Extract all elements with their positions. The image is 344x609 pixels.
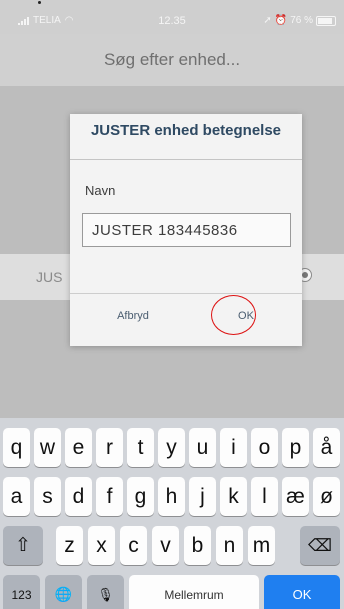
key-z[interactable]: z	[56, 526, 83, 565]
key-j[interactable]: j	[189, 477, 216, 516]
ok-highlight-circle	[211, 295, 256, 335]
key-a[interactable]: a	[3, 477, 30, 516]
key-r[interactable]: r	[96, 428, 123, 467]
app-screen: TELIA ◠ 12.35 ➚ ⏰ 76 % Søg efter enhed..…	[0, 0, 344, 609]
battery-text: 76 %	[290, 15, 313, 26]
key-n[interactable]: n	[216, 526, 243, 565]
status-dot	[38, 1, 41, 4]
space-key[interactable]: Mellemrum	[129, 575, 259, 609]
dialog-button-divider	[70, 293, 302, 294]
key-b[interactable]: b	[184, 526, 211, 565]
key-k[interactable]: k	[220, 477, 247, 516]
rename-dialog: JUSTER enhed betegnelse Navn Afbryd OK	[70, 114, 302, 346]
key-p[interactable]: p	[282, 428, 309, 467]
keyboard: q w e r t y u i o p å a s d f g h j k l …	[0, 418, 344, 609]
name-label: Navn	[85, 183, 116, 198]
key-y[interactable]: y	[158, 428, 185, 467]
device-list-item-label: JUS	[36, 269, 63, 285]
key-v[interactable]: v	[152, 526, 179, 565]
microphone-icon[interactable]: 🎙	[87, 575, 124, 609]
globe-icon[interactable]: 🌐	[45, 575, 82, 609]
key-u[interactable]: u	[189, 428, 216, 467]
key-i[interactable]: i	[220, 428, 247, 467]
numbers-key[interactable]: 123	[3, 575, 40, 609]
key-w[interactable]: w	[34, 428, 61, 467]
name-field[interactable]	[82, 213, 291, 247]
key-s[interactable]: s	[34, 477, 61, 516]
page-title: Søg efter enhed...	[103, 50, 241, 69]
key-x[interactable]: x	[88, 526, 115, 565]
key-g[interactable]: g	[127, 477, 154, 516]
cancel-button[interactable]: Afbryd	[98, 310, 168, 322]
key-h[interactable]: h	[158, 477, 185, 516]
key-m[interactable]: m	[248, 526, 275, 565]
key-l[interactable]: l	[251, 477, 278, 516]
key-d[interactable]: d	[65, 477, 92, 516]
status-bar: TELIA ◠ 12.35 ➚ ⏰ 76 %	[0, 0, 344, 34]
location-icon: ➚	[263, 15, 272, 26]
key-q[interactable]: q	[3, 428, 30, 467]
key-t[interactable]: t	[127, 428, 154, 467]
key-e[interactable]: e	[65, 428, 92, 467]
shift-key[interactable]: ⇧	[3, 526, 43, 565]
return-key[interactable]: OK	[264, 575, 340, 609]
key-aa[interactable]: å	[313, 428, 340, 467]
backspace-key[interactable]: ⌫	[300, 526, 340, 565]
key-o[interactable]: o	[251, 428, 278, 467]
alarm-icon: ⏰	[274, 15, 288, 26]
status-right: ➚ ⏰ 76 %	[263, 15, 336, 26]
key-ae[interactable]: æ	[282, 477, 309, 516]
header-bar: Søg efter enhed...	[0, 34, 344, 86]
battery-icon	[316, 15, 336, 26]
name-input[interactable]	[83, 214, 290, 246]
key-f[interactable]: f	[96, 477, 123, 516]
key-c[interactable]: c	[120, 526, 147, 565]
dialog-divider	[70, 159, 302, 160]
dialog-title: JUSTER enhed betegnelse	[90, 122, 282, 139]
key-oe[interactable]: ø	[313, 477, 340, 516]
